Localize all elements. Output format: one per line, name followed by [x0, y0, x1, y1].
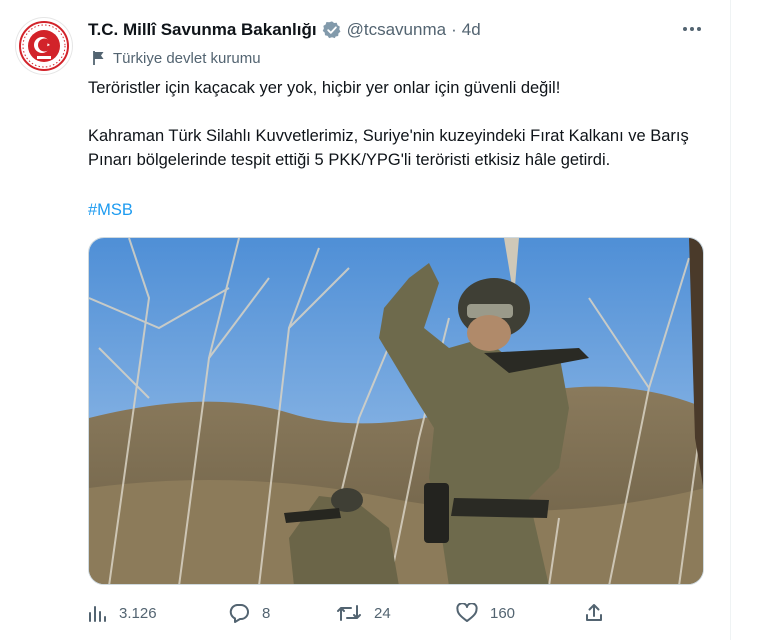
views-button[interactable]: 3.126: [88, 598, 157, 628]
retweet-button[interactable]: 24: [336, 598, 391, 628]
reply-icon: [229, 604, 249, 623]
government-label-text: Türkiye devlet kurumu: [113, 49, 261, 67]
like-count: 160: [490, 604, 516, 622]
hashtag-link[interactable]: #MSB: [88, 198, 133, 222]
share-icon: [586, 604, 602, 621]
reply-button[interactable]: 8: [228, 598, 270, 628]
author-name[interactable]: T.C. Millî Savunma Bakanlığı: [88, 20, 317, 40]
author-handle[interactable]: @tcsavunma: [347, 20, 446, 40]
flag-icon: [93, 51, 104, 65]
tweet-header: T.C. Millî Savunma Bakanlığı @tcsavunma …: [88, 16, 730, 44]
tweet-text: Teröristler için kaçacak yer yok, hiçbir…: [88, 79, 689, 169]
heart-icon: [456, 603, 478, 622]
more-icon: [683, 27, 687, 31]
msb-logo-icon: [19, 21, 69, 71]
retweet-count: 24: [374, 604, 391, 622]
timeline-border: [730, 0, 731, 640]
action-bar: 3.126 8 24 160: [88, 598, 708, 628]
like-button[interactable]: 160: [456, 598, 515, 628]
verified-badge-icon: [322, 21, 341, 39]
soldiers-photo: [89, 238, 703, 584]
analytics-icon: [89, 605, 106, 622]
more-button[interactable]: [680, 19, 704, 39]
government-label[interactable]: Türkiye devlet kurumu: [92, 48, 261, 68]
tweet-time[interactable]: 4d: [462, 20, 481, 40]
views-count: 3.126: [119, 604, 157, 622]
header-separator: ·: [451, 20, 457, 39]
tweet-photo[interactable]: [88, 237, 704, 585]
avatar[interactable]: [16, 18, 72, 74]
reply-count: 8: [262, 604, 271, 622]
retweet-icon: [337, 605, 361, 621]
share-button[interactable]: [584, 598, 616, 628]
